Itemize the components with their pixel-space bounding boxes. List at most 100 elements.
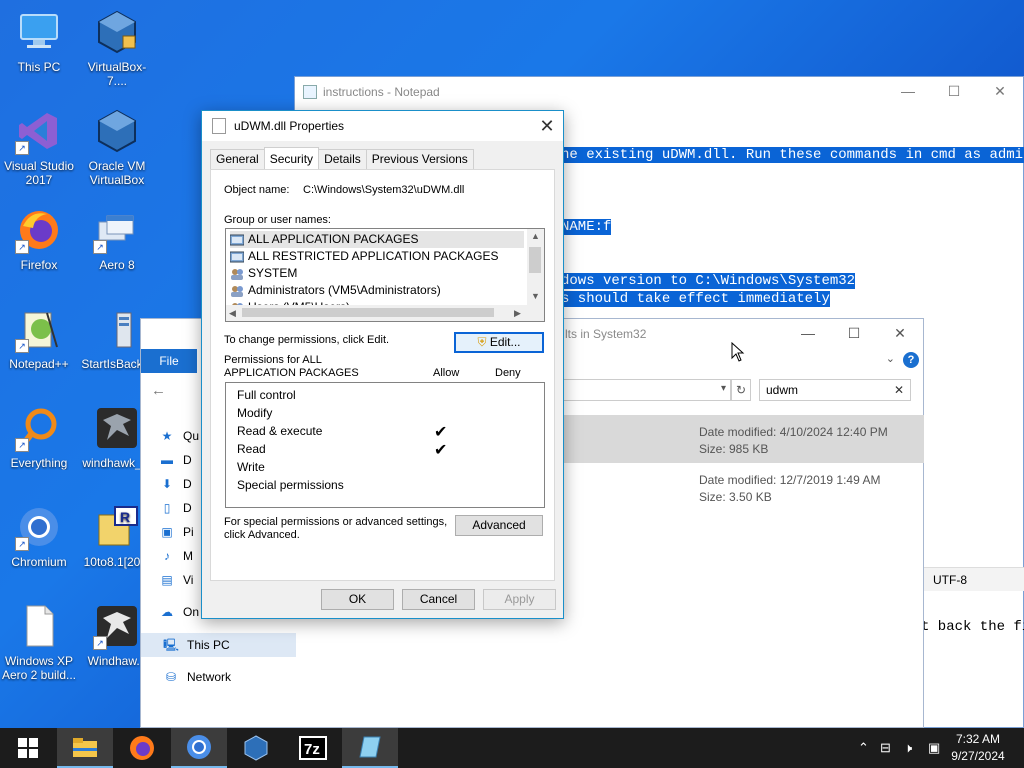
clear-search-icon[interactable]: ✕ bbox=[894, 380, 904, 400]
desktop-icon-firefox[interactable]: ↗ Firefox bbox=[0, 206, 78, 272]
permission-row: Full control bbox=[237, 388, 296, 402]
close-button[interactable]: ✕ bbox=[531, 111, 563, 141]
advanced-button[interactable]: Advanced bbox=[455, 515, 543, 536]
dialog-titlebar[interactable]: uDWM.dll Properties bbox=[202, 111, 563, 141]
minimize-button[interactable]: — bbox=[785, 319, 831, 349]
blank-file-icon bbox=[15, 602, 63, 650]
tab-general[interactable]: General bbox=[210, 149, 265, 169]
taskbar-notepad[interactable] bbox=[342, 728, 398, 768]
notepadpp-icon: ↗ bbox=[15, 305, 63, 353]
vertical-scrollbar[interactable]: ▲ ▼ bbox=[527, 229, 544, 306]
text-line: s should take effect immediately bbox=[561, 291, 830, 307]
chevron-left-icon[interactable]: ◀ bbox=[229, 308, 236, 319]
tab-security[interactable]: Security bbox=[263, 147, 320, 169]
apply-button[interactable]: Apply bbox=[483, 589, 556, 610]
permission-row: Modify bbox=[237, 406, 273, 420]
close-button[interactable]: ✕ bbox=[877, 319, 923, 349]
desktop-icon-chromium[interactable]: ↗ Chromium bbox=[0, 503, 78, 569]
chevron-down-icon[interactable]: ▼ bbox=[531, 291, 540, 301]
group-user-list[interactable]: ALL APPLICATION PACKAGES ALL RESTRICTED … bbox=[225, 228, 545, 322]
tab-details[interactable]: Details bbox=[318, 149, 367, 169]
package-group-icon bbox=[230, 251, 244, 262]
action-center-icon[interactable]: ▣ bbox=[928, 728, 940, 768]
taskbar-virtualbox[interactable] bbox=[228, 728, 284, 768]
nav-item-onedrive[interactable]: ☁ On bbox=[159, 602, 199, 622]
file-row[interactable]: Date modified: 12/7/2019 1:49 AM Size: 3… bbox=[555, 467, 924, 515]
chevron-right-icon[interactable]: ▶ bbox=[514, 308, 521, 319]
windhawk-icon: ↗ bbox=[93, 602, 141, 650]
desktop-icon-oracle-virtualbox[interactable]: Oracle VM VirtualBox bbox=[78, 107, 156, 187]
list-item[interactable]: Administrators (VM5\Administrators) bbox=[230, 282, 441, 299]
scroll-thumb[interactable] bbox=[242, 308, 494, 317]
nav-item-downloads[interactable]: ⬇ D bbox=[159, 474, 192, 494]
group-list-label: Group or user names: bbox=[224, 214, 331, 226]
chevron-up-icon[interactable]: ▲ bbox=[531, 231, 540, 241]
uac-shield-icon: ⛨ bbox=[477, 335, 487, 349]
ok-button[interactable]: OK bbox=[321, 589, 394, 610]
system-clock[interactable]: 7:32 AM 9/27/2024 bbox=[950, 731, 1006, 765]
list-item[interactable]: ALL RESTRICTED APPLICATION PACKAGES bbox=[230, 248, 499, 265]
computer-icon: 🖳 bbox=[163, 638, 180, 652]
chevron-down-icon[interactable]: ▾ bbox=[721, 383, 726, 394]
notepad-app-icon bbox=[303, 85, 317, 99]
nav-item-documents[interactable]: ▯ D bbox=[159, 498, 192, 518]
help-icon[interactable]: ? bbox=[903, 352, 919, 368]
shortcut-arrow-icon: ↗ bbox=[15, 141, 29, 155]
back-arrow-icon[interactable]: ← bbox=[151, 382, 166, 399]
desktop-icon-notepadpp[interactable]: ↗ Notepad++ bbox=[0, 305, 78, 371]
chevron-down-icon[interactable]: ⌄ bbox=[886, 352, 895, 365]
taskbar-chromium[interactable] bbox=[171, 728, 227, 768]
list-item[interactable]: ALL APPLICATION PACKAGES bbox=[230, 231, 524, 248]
horizontal-scrollbar[interactable]: ◀ ▶ bbox=[226, 305, 544, 321]
package-group-icon bbox=[230, 234, 244, 245]
allow-column-header: Allow bbox=[433, 367, 460, 379]
star-icon: ★ bbox=[161, 429, 173, 443]
taskbar-file-explorer[interactable] bbox=[57, 728, 113, 768]
shortcut-arrow-icon: ↗ bbox=[15, 339, 29, 353]
permission-row: Read bbox=[237, 442, 266, 456]
maximize-button[interactable]: ☐ bbox=[831, 319, 877, 349]
nav-item-videos[interactable]: ▤ Vi bbox=[159, 570, 193, 590]
start-button[interactable] bbox=[0, 728, 56, 768]
notepad-title: instructions - Notepad bbox=[323, 85, 440, 99]
scroll-thumb[interactable] bbox=[529, 247, 541, 273]
desktop-icon-windows-xp-aero[interactable]: Windows XP Aero 2 build... bbox=[0, 602, 78, 682]
nav-item-music[interactable]: ♪ M bbox=[159, 546, 193, 566]
taskbar-7zip[interactable]: 7z bbox=[285, 728, 341, 768]
cancel-button[interactable]: Cancel bbox=[402, 589, 475, 610]
maximize-button[interactable]: ☐ bbox=[931, 77, 977, 107]
search-input[interactable]: udwm ✕ bbox=[759, 379, 911, 401]
nav-item-desktop[interactable]: ▬ D bbox=[159, 450, 192, 470]
refresh-button[interactable]: ↻ bbox=[731, 379, 751, 401]
network-icon[interactable]: ⊟ bbox=[880, 728, 891, 768]
minimize-button[interactable]: — bbox=[885, 77, 931, 107]
tab-previous-versions[interactable]: Previous Versions bbox=[365, 149, 474, 169]
chevron-up-icon[interactable]: ⌃ bbox=[858, 728, 869, 768]
desktop-folder-icon: ▬ bbox=[161, 453, 173, 467]
desktop-icon-virtualbox-installer[interactable]: VirtualBox-7.... bbox=[78, 8, 156, 88]
taskbar-firefox[interactable] bbox=[114, 728, 170, 768]
file-menu-tab[interactable]: File bbox=[141, 349, 197, 373]
computer-icon bbox=[15, 8, 63, 56]
text-line: t back the fi bbox=[921, 619, 1024, 635]
list-item[interactable]: SYSTEM bbox=[230, 265, 297, 282]
nav-item-this-pc[interactable]: 🖳 This PC bbox=[163, 635, 230, 655]
properties-dialog[interactable]: uDWM.dll Properties ✕ General Security D… bbox=[201, 110, 564, 619]
desktop-icon-visual-studio[interactable]: ↗ Visual Studio 2017 bbox=[0, 107, 78, 187]
nav-item-network[interactable]: ⛁ Network bbox=[163, 667, 231, 687]
mouse-pointer-icon bbox=[731, 342, 745, 362]
folder-icon bbox=[73, 738, 97, 757]
explorer-title: lts in System32 bbox=[565, 327, 647, 341]
desktop-icon-aero8[interactable]: ↗ Aero 8 bbox=[78, 206, 156, 272]
nav-item-pictures[interactable]: ▣ Pi bbox=[159, 522, 193, 542]
file-row[interactable]: Date modified: 4/10/2024 12:40 PM Size: … bbox=[555, 415, 924, 463]
volume-muted-icon[interactable]: 🕨 bbox=[904, 728, 912, 768]
nav-item-quick-access[interactable]: ★ Qu bbox=[159, 426, 199, 446]
close-button[interactable]: ✕ bbox=[977, 77, 1023, 107]
notepad-window-controls: — ☐ ✕ bbox=[885, 77, 1023, 107]
address-bar[interactable]: ▾ bbox=[563, 379, 731, 401]
text-line: dows version to C:\Windows\System32 bbox=[561, 273, 856, 289]
desktop-icon-this-pc[interactable]: This PC bbox=[0, 8, 78, 74]
edit-button[interactable]: ⛨ Edit... bbox=[454, 332, 544, 353]
desktop-icon-everything[interactable]: ↗ Everything bbox=[0, 404, 78, 470]
